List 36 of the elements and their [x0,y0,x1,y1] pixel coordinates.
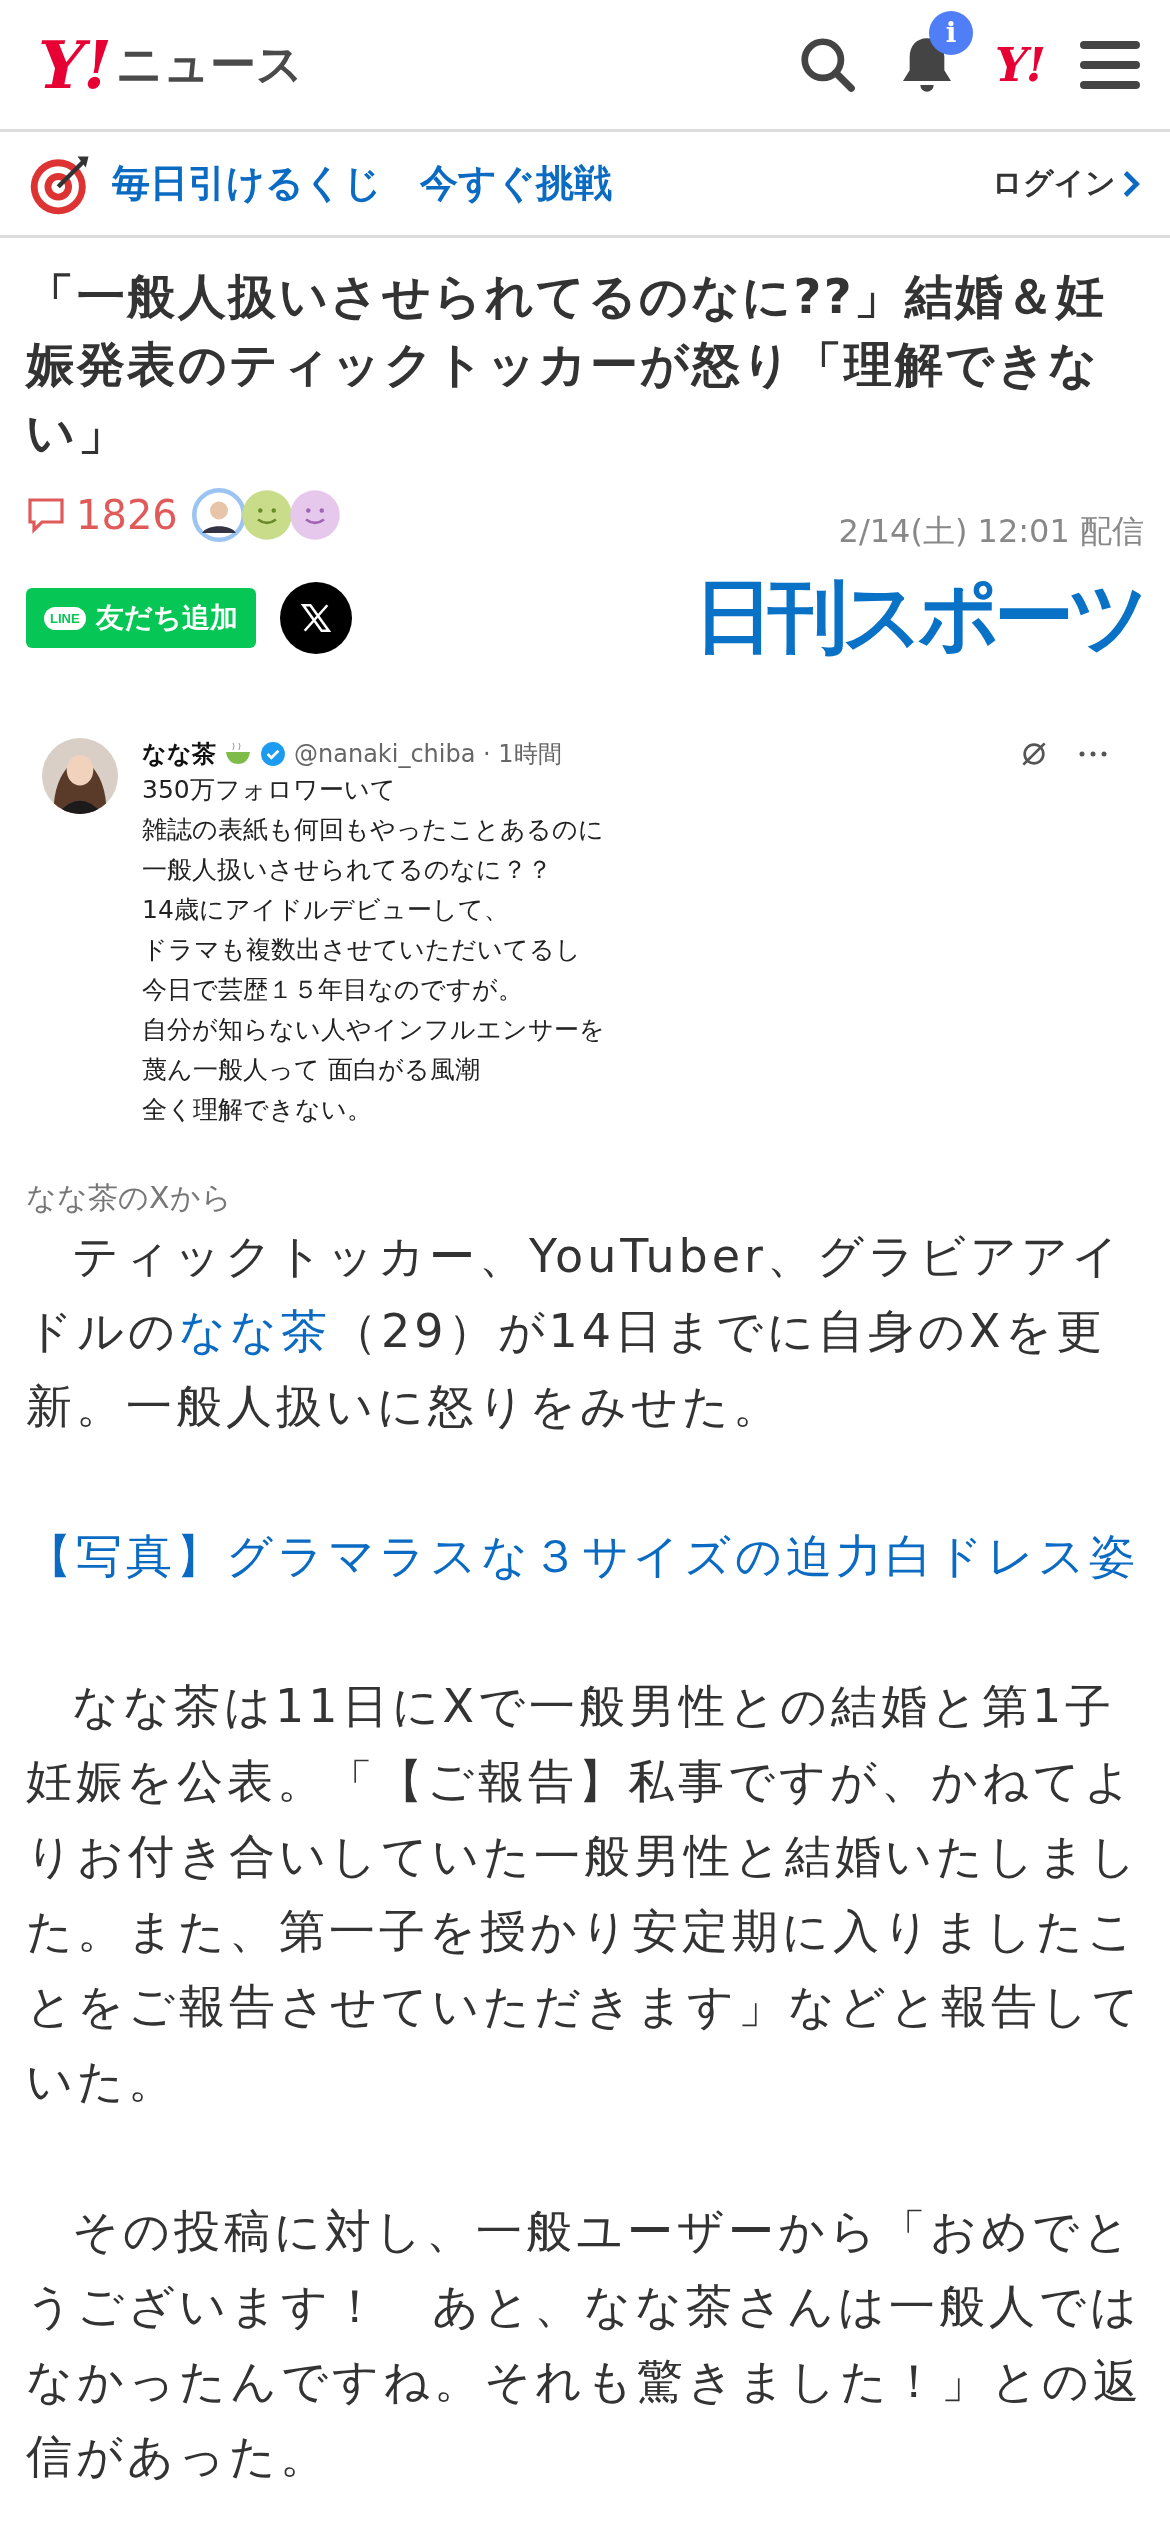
image-caption: なな茶のXから [26,1179,233,1218]
tweet-text-line: ドラマも複数出させていただいてるし [142,934,582,967]
smiley-icon [239,488,294,543]
notification-badge: i [928,10,973,55]
logo-text: ニュース [116,35,304,93]
account-button[interactable]: Y! [994,37,1044,92]
comment-icon [26,496,66,535]
notification-button[interactable]: i [894,10,973,97]
verified-badge-icon [260,741,286,768]
menu-button[interactable] [1080,38,1140,91]
article-paragraph: その投稿に対し、一般ユーザーから「おめでとうございます！ あと、なな茶さんは一般人ではなかったんですね。それも驚きました！」との返信があった。 [26,2203,1144,2486]
article-paragraph: なな茶は11日にXで一般男性との結婚と第1子妊娠を公表。「【ご報告】私事ですが、かねてよりお付き合いしていた一般男性と結婚いたしました。また、第一子を授かり安定期に入りましたことをご報告させていただきます」などと報告していた。 [26,1678,1144,2111]
tweet-text-line: 雑誌の表紙も何回もやったことあるのに [142,814,605,847]
article-link[interactable]: なな茶 [179,1304,331,1359]
commenter-avatar-icon [191,488,246,543]
tea-bowl-icon [224,742,252,767]
menu-icon [1080,38,1140,91]
article-link[interactable]: 【写真】グラマラスな３サイズの迫力白ドレス姿 [26,1529,1139,1584]
login-link[interactable]: ログイン [992,163,1142,204]
tweet-author-name: なな茶 [142,739,216,771]
tweet-text-line: 蔑ん一般人って 面白がる風潮 [142,1054,481,1087]
lottery-link[interactable]: 毎日引けるくじ 今すぐ挑戦 [112,158,974,209]
article-title: 「一般人扱いさせられてるのなに??」結婚＆妊娠発表のティックトッカーが怒り「理解できない」 [26,267,1108,463]
tweet-text-line: 350万フォロワーいて [142,774,397,807]
logo-mark: Y! [38,25,111,104]
tweet-text-line: 一般人扱いさせられてるのなに？？ [142,854,553,887]
tweet-handle: @nanaki_chiba · 1時間 [294,739,563,771]
smiley-icon [287,488,342,543]
publish-date: 2/14(土) 12:01 配信 [838,511,1144,553]
tweet-text-line: 今日で芸歴１５年目なのですが。 [142,974,524,1007]
comment-count-link[interactable]: 1826 [26,492,178,539]
source-logo[interactable]: 日刊スポーツ [694,564,1144,673]
article-paragraph: ティックトッカー、YouTuber、グラビアアイドルのなな茶（29）が14日までに自身のXを更新。一般人扱いに怒りをみせた。 [26,1228,1124,1436]
tweet-text-line: 自分が知らない人やインフルエンサーを [142,1014,606,1047]
tweet-text-line: 14歳にアイドルデビューして、 [142,894,510,927]
tweet-text-line: 全く理解できない。 [142,1094,373,1127]
